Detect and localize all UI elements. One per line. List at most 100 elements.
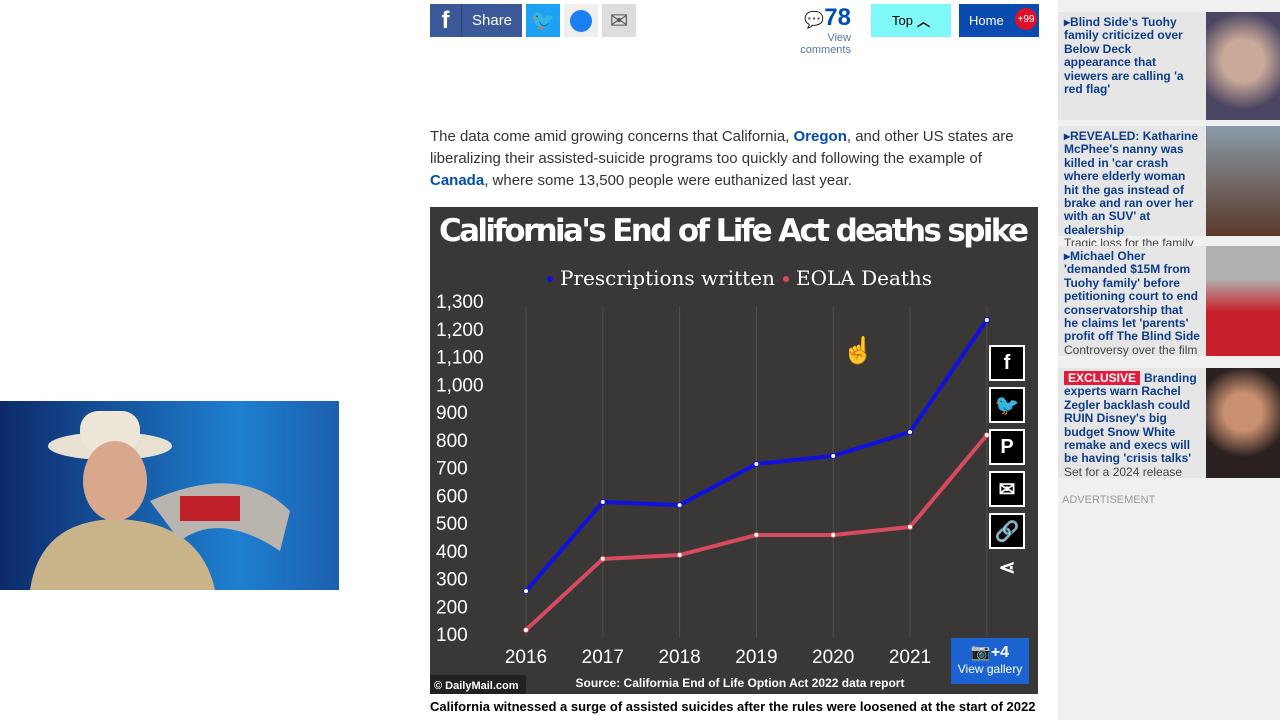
camera-icon: 📷 [970, 644, 991, 661]
y-tick-label: 400 [436, 542, 468, 563]
data-point [523, 626, 529, 633]
twitter-icon: 🐦 [994, 394, 1020, 417]
chart-pinterest-button[interactable]: P [989, 429, 1025, 465]
data-point [830, 532, 837, 539]
home-button[interactable]: Home +99 [959, 4, 1039, 37]
data-point [523, 588, 529, 595]
y-tick-label: 800 [436, 431, 468, 452]
home-label: Home [969, 13, 1004, 28]
comments-label: View comments [800, 32, 851, 56]
data-point [753, 461, 760, 468]
credit-label: © DailyMail.com [434, 680, 519, 692]
y-tick-label: 500 [436, 514, 468, 535]
subtitle: Controversy over the film [1064, 342, 1198, 357]
top-label: Top [892, 13, 913, 28]
chart-image[interactable]: California's End of Life Act deaths spik… [430, 207, 1038, 694]
text: The data come amid growing concerns that… [430, 128, 794, 145]
article-thumbnail [1206, 246, 1280, 356]
sidebar-article-2[interactable]: ▸REVEALED: Katharine McPhee's nanny was … [1058, 126, 1280, 250]
messenger-button[interactable] [564, 4, 599, 37]
x-tick-label: 2019 [735, 647, 777, 668]
y-tick-label: 600 [436, 486, 468, 507]
y-tick-label: 100 [436, 625, 468, 646]
legend-marker [547, 276, 553, 282]
exclusive-badge: EXCLUSIVE [1064, 371, 1141, 385]
article-thumbnail [1206, 12, 1280, 120]
share-icon: ⋖ [998, 556, 1016, 579]
webcam-overlay [0, 401, 339, 590]
x-tick-label: 2018 [658, 647, 700, 668]
chart-share-button[interactable]: ⋖ [989, 549, 1025, 585]
chart-facebook-button[interactable]: f [989, 345, 1025, 381]
y-tick-label: 1,100 [436, 348, 484, 369]
data-point [830, 452, 837, 459]
messenger-icon [570, 9, 593, 32]
y-tick-label: 900 [436, 403, 468, 424]
legend-label: EOLA Deaths [796, 266, 932, 290]
envelope-icon: ✉ [609, 7, 629, 33]
y-tick-label: 300 [436, 570, 468, 591]
view-comments-link[interactable]: 💬78 View comments [775, 4, 851, 56]
headline: Branding experts warn Rachel Zegler back… [1064, 371, 1197, 466]
data-point [676, 552, 683, 559]
data-point [907, 429, 913, 436]
legend-marker [783, 276, 789, 282]
article-thumbnail [1206, 368, 1280, 478]
chart-link-button[interactable]: 🔗 [989, 513, 1025, 549]
gallery-label: View gallery [957, 662, 1023, 676]
facebook-icon: f [430, 4, 462, 37]
canada-link[interactable]: Canada [430, 172, 484, 189]
data-point [599, 555, 606, 562]
chart-title: California's End of Life Act deaths spik… [439, 213, 1029, 249]
chevron-up-icon: ︿ [916, 14, 930, 29]
gallery-count: +4 [990, 644, 1010, 661]
twitter-button[interactable]: 🐦 [526, 4, 561, 37]
top-button[interactable]: Top ︿ [871, 4, 951, 37]
y-tick-label: 1,300 [436, 292, 484, 313]
data-point [753, 532, 760, 539]
chart-email-button[interactable]: ✉ [989, 471, 1025, 507]
data-point [676, 502, 683, 509]
oregon-link[interactable]: Oregon [794, 128, 847, 145]
sidebar-article-3[interactable]: ▸Michael Oher 'demanded $15M from Tuohy … [1058, 246, 1280, 357]
legend-label: Prescriptions written [560, 266, 775, 290]
headline: Michael Oher 'demanded $15M from Tuohy f… [1064, 249, 1200, 344]
image-caption: California witnessed a surge of assisted… [430, 699, 1036, 714]
x-tick-label: 2021 [889, 647, 931, 668]
presenter-video-icon [30, 411, 290, 590]
x-tick-label: 2016 [505, 647, 547, 668]
y-tick-label: 1,200 [436, 320, 484, 341]
y-tick-label: 700 [436, 459, 468, 480]
comment-bubble-icon: 💬 [804, 12, 825, 29]
data-point [983, 316, 990, 323]
line-chart: California's End of Life Act deaths spik… [430, 213, 1029, 694]
sidebar-article-4[interactable]: EXCLUSIVE Branding experts warn Rachel Ze… [1058, 368, 1280, 479]
envelope-icon: ✉ [998, 478, 1016, 501]
data-point [599, 499, 606, 506]
sidebar-article-1[interactable]: ▸Blind Side's Tuohy family criticized ov… [1058, 12, 1280, 120]
y-tick-label: 200 [436, 597, 468, 618]
view-gallery-button[interactable]: 📷+4 View gallery [951, 638, 1029, 684]
pinterest-icon: P [1000, 435, 1014, 458]
subtitle: Set for a 2024 release [1064, 464, 1183, 479]
twitter-icon: 🐦 [530, 10, 556, 32]
x-tick-label: 2020 [812, 647, 854, 668]
x-tick-label: 2017 [582, 647, 624, 668]
headline: Blind Side's Tuohy family criticized ove… [1064, 15, 1184, 97]
notification-badge: +99 [1015, 8, 1037, 30]
share-bar: f Share 🐦 ✉ [430, 4, 637, 37]
headline: REVEALED: Katharine McPhee's nanny was k… [1064, 129, 1199, 237]
source-label: Source: California End of Life Option Ac… [576, 676, 905, 690]
article-paragraph: The data come amid growing concerns that… [430, 126, 1030, 192]
chart-twitter-button[interactable]: 🐦 [989, 387, 1025, 423]
data-point [907, 523, 913, 530]
facebook-icon: f [1003, 351, 1011, 374]
facebook-share-button[interactable]: f Share [430, 4, 523, 37]
comments-count: 78 [824, 4, 851, 31]
article-thumbnail [1206, 126, 1280, 236]
link-icon: 🔗 [994, 520, 1020, 543]
y-tick-label: 1,000 [436, 375, 484, 396]
email-button[interactable]: ✉ [602, 4, 637, 37]
hand-cursor-icon: ☝ [842, 335, 875, 365]
advertisement-label: ADVERTISEMENT [1062, 494, 1156, 506]
